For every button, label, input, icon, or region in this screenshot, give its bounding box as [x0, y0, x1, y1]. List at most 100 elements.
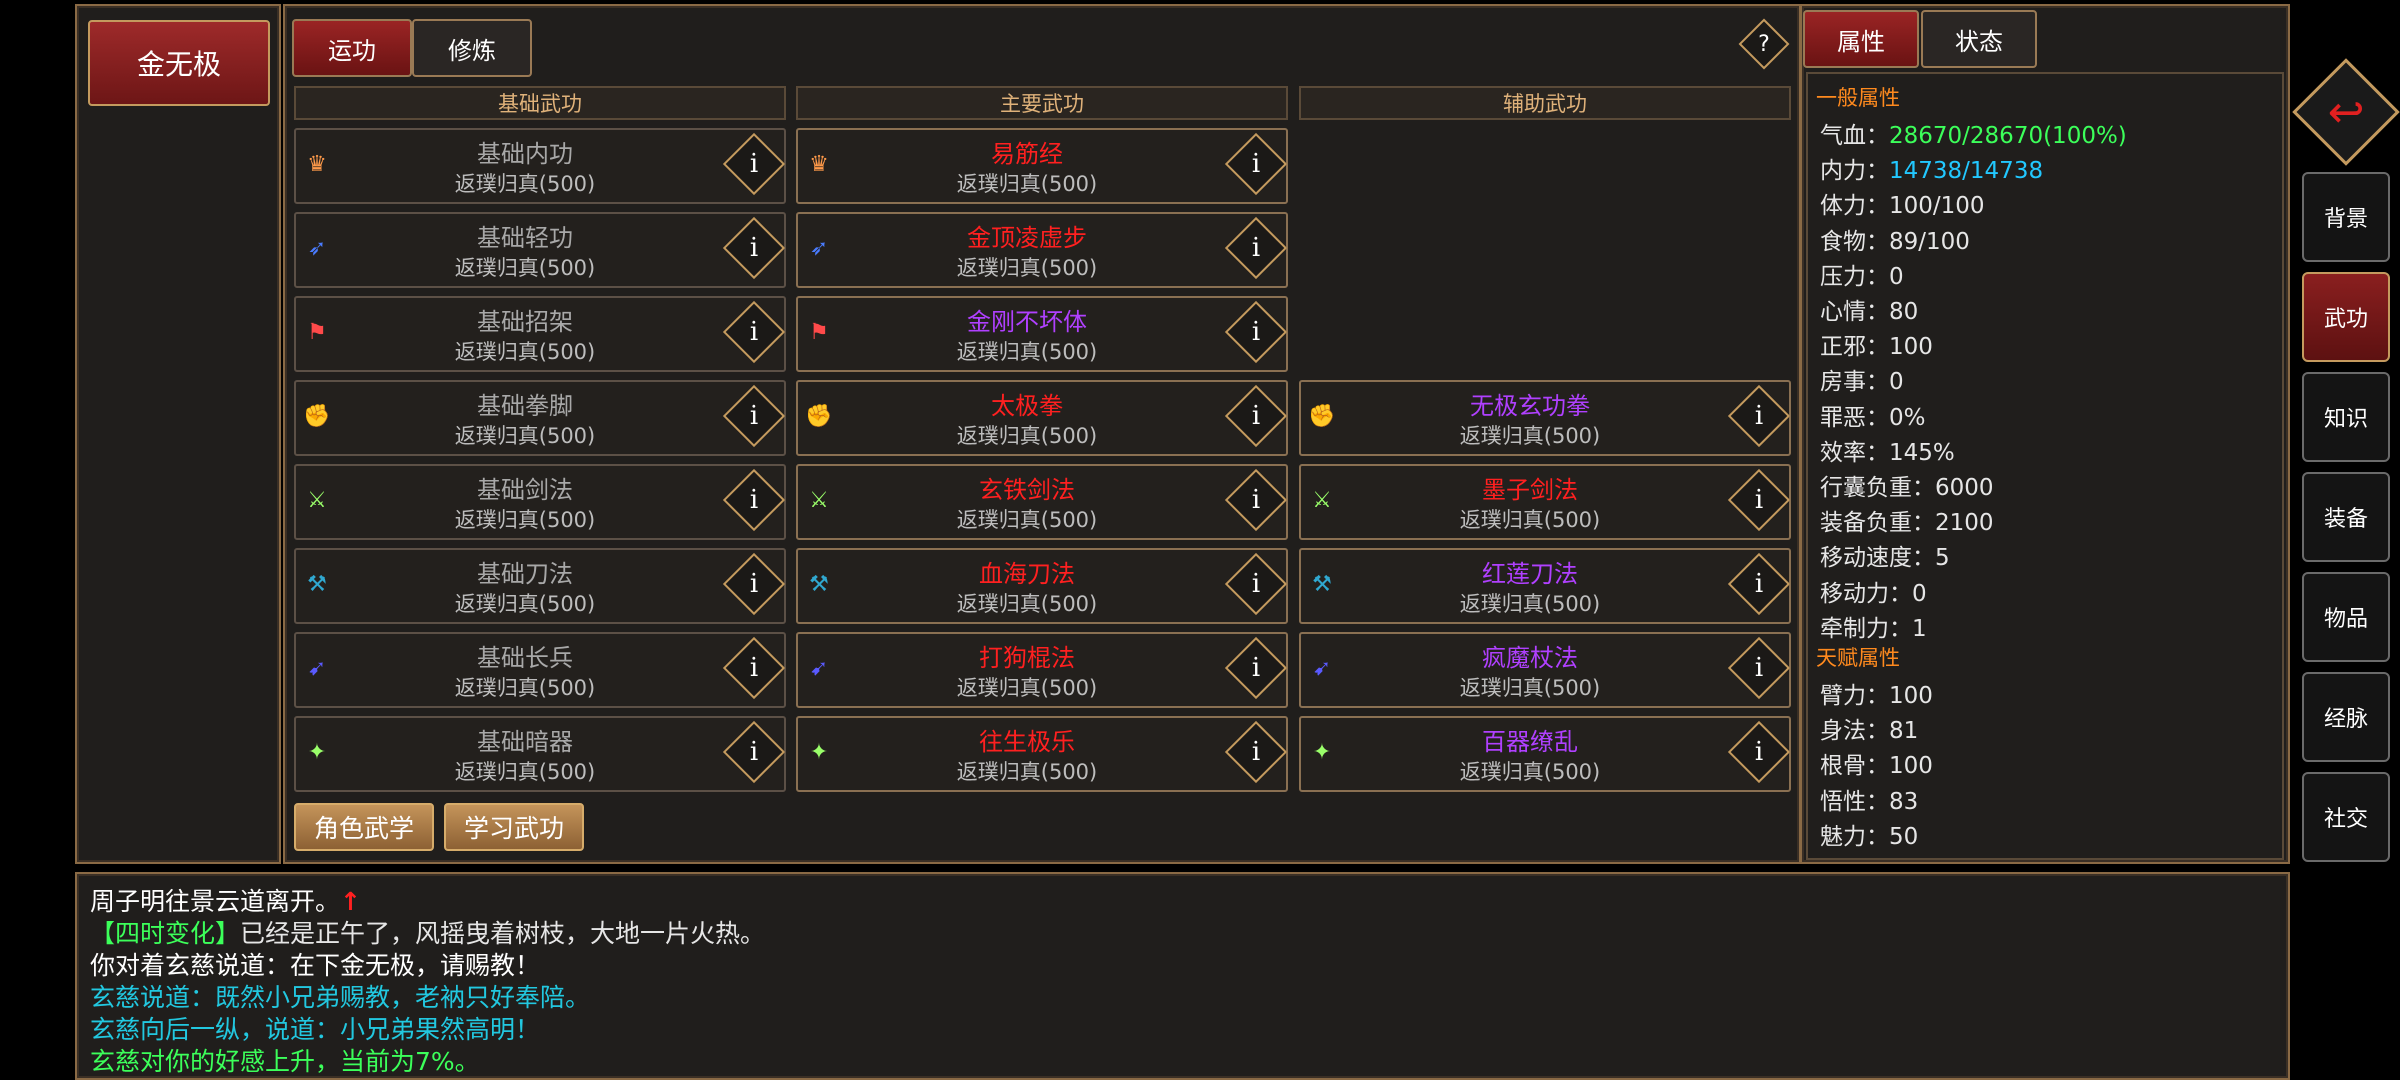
tab-attributes[interactable]: 属性: [1803, 10, 1919, 68]
tab-status[interactable]: 状态: [1921, 10, 2037, 68]
attribute-row: 身法：81: [1820, 711, 1918, 745]
main-skill-card[interactable]: ✦ 往生极乐 返璞归真(500) i: [796, 716, 1288, 792]
basic-skill-card[interactable]: ✦ 基础暗器 返璞归真(500) i: [294, 716, 786, 792]
info-icon[interactable]: i: [1224, 636, 1288, 700]
info-icon[interactable]: i: [722, 300, 786, 364]
basic-skill-card[interactable]: ➹ 基础长兵 返璞归真(500) i: [294, 632, 786, 708]
skill-level: 返璞归真(500): [454, 760, 596, 784]
attribute-label: 牵制力：: [1820, 615, 1912, 642]
info-icon[interactable]: i: [1224, 216, 1288, 280]
aux-skill-card[interactable]: ✦ 百器缭乱 返璞归真(500) i: [1299, 716, 1791, 792]
info-glyph: i: [749, 569, 759, 599]
skill-level: 返璞归真(500): [1459, 424, 1601, 448]
skill-name: 百器缭乱: [1482, 728, 1578, 756]
aux-skill-card[interactable]: ➹ 疯魔杖法 返璞归真(500) i: [1299, 632, 1791, 708]
attribute-row: 食物：89/100: [1820, 222, 1970, 256]
skill-icon: ✦: [1312, 740, 1332, 765]
attribute-value: 50: [1889, 823, 1919, 850]
main-skill-card[interactable]: ⚔ 玄铁剑法 返璞归真(500) i: [796, 464, 1288, 540]
side-menu-item[interactable]: 物品: [2302, 572, 2390, 662]
role-skills-button[interactable]: 角色武学: [294, 803, 434, 851]
skill-icon: ⚔: [307, 488, 327, 513]
basic-skill-card[interactable]: ⚒ 基础刀法 返璞归真(500) i: [294, 548, 786, 624]
info-glyph: i: [1251, 317, 1261, 347]
info-icon[interactable]: i: [1727, 636, 1791, 700]
main-skill-card[interactable]: ➹ 打狗棍法 返璞归真(500) i: [796, 632, 1288, 708]
skill-name: 基础招架: [477, 308, 573, 336]
info-icon[interactable]: i: [1224, 720, 1288, 784]
skill-name: 无极玄功拳: [1470, 392, 1590, 420]
tab-yungong[interactable]: 运功: [292, 19, 412, 77]
main-skill-card[interactable]: ✊ 太极拳 返璞归真(500) i: [796, 380, 1288, 456]
side-menu-item[interactable]: 社交: [2302, 772, 2390, 862]
attribute-label: 罪恶：: [1820, 404, 1889, 431]
main-skill-card[interactable]: ⚒ 血海刀法 返璞归真(500) i: [796, 548, 1288, 624]
main-skill-card[interactable]: ♛ 易筋经 返璞归真(500) i: [796, 128, 1288, 204]
aux-skill-card[interactable]: ⚒ 红莲刀法 返璞归真(500) i: [1299, 548, 1791, 624]
info-icon[interactable]: i: [1224, 468, 1288, 532]
main-skill-card[interactable]: ➶ 金顶凌虚步 返璞归真(500) i: [796, 212, 1288, 288]
attribute-value: 100/100: [1889, 193, 1985, 220]
attribute-label: 魅力：: [1820, 823, 1889, 850]
side-menu-item[interactable]: 知识: [2302, 372, 2390, 462]
skill-name: 打狗棍法: [979, 644, 1075, 672]
info-icon[interactable]: i: [1727, 552, 1791, 616]
side-menu-item[interactable]: 经脉: [2302, 672, 2390, 762]
skill-level: 返璞归真(500): [454, 592, 596, 616]
log-text: 已经是正午了，风摇曳着树枝，大地一片火热。: [240, 919, 766, 948]
attribute-row: 内力：14738/14738: [1820, 151, 2043, 185]
side-menu-item[interactable]: 装备: [2302, 472, 2390, 562]
basic-skill-card[interactable]: ⚔ 基础剑法 返璞归真(500) i: [294, 464, 786, 540]
info-icon[interactable]: i: [1224, 384, 1288, 448]
skill-level: 返璞归真(500): [956, 676, 1098, 700]
skill-name: 基础内功: [477, 140, 573, 168]
attribute-row: 体力：100/100: [1820, 186, 1985, 220]
side-menu-item[interactable]: 背景: [2302, 172, 2390, 262]
info-icon[interactable]: i: [722, 384, 786, 448]
info-icon[interactable]: i: [1727, 468, 1791, 532]
skill-icon: ➹: [1312, 656, 1332, 681]
character-name-button[interactable]: 金无极: [88, 20, 270, 106]
info-icon[interactable]: i: [1727, 384, 1791, 448]
basic-skill-card[interactable]: ♛ 基础内功 返璞归真(500) i: [294, 128, 786, 204]
skill-name: 玄铁剑法: [979, 476, 1075, 504]
attribute-label: 移动力：: [1820, 580, 1912, 607]
aux-skill-card[interactable]: ⚔ 墨子剑法 返璞归真(500) i: [1299, 464, 1791, 540]
skill-name: 红莲刀法: [1482, 560, 1578, 588]
column-header-basic: 基础武功: [294, 86, 786, 120]
attribute-row: 行囊负重：6000: [1820, 468, 1994, 502]
info-icon[interactable]: i: [1224, 300, 1288, 364]
info-icon[interactable]: i: [1224, 552, 1288, 616]
info-icon[interactable]: i: [722, 720, 786, 784]
skill-level: 返璞归真(500): [454, 676, 596, 700]
basic-skill-card[interactable]: ➶ 基础轻功 返璞归真(500) i: [294, 212, 786, 288]
info-glyph: i: [749, 653, 759, 683]
side-menu-item[interactable]: 武功: [2302, 272, 2390, 362]
info-icon[interactable]: i: [722, 216, 786, 280]
attributes-scroll[interactable]: 一般属性 气血：28670/28670(100%) 内力：14738/14738 体力…: [1806, 72, 2284, 860]
attribute-row: 罪恶：0%: [1820, 398, 1926, 432]
skill-name: 墨子剑法: [1482, 476, 1578, 504]
attribute-value: 0%: [1889, 404, 1926, 431]
skill-level: 返璞归真(500): [454, 340, 596, 364]
learn-skills-button[interactable]: 学习武功: [444, 803, 584, 851]
column-header-aux: 辅助武功: [1299, 86, 1791, 120]
info-icon[interactable]: i: [722, 636, 786, 700]
talent-attributes-header: 天赋属性: [1816, 646, 1900, 670]
basic-skill-card[interactable]: ⚑ 基础招架 返璞归真(500) i: [294, 296, 786, 372]
back-button[interactable]: ↩: [2292, 58, 2400, 166]
info-icon[interactable]: i: [722, 468, 786, 532]
aux-skill-card[interactable]: ✊ 无极玄功拳 返璞归真(500) i: [1299, 380, 1791, 456]
info-icon[interactable]: i: [722, 132, 786, 196]
tab-xiulian[interactable]: 修炼: [412, 19, 532, 77]
info-icon[interactable]: i: [1224, 132, 1288, 196]
log-line: 玄慈向后一纵，说道：小兄弟果然高明！: [90, 1010, 540, 1046]
attribute-value: 28670/28670(100%): [1889, 123, 2127, 149]
info-icon[interactable]: i: [1727, 720, 1791, 784]
attribute-value: 89/100: [1889, 228, 1970, 255]
info-icon[interactable]: i: [722, 552, 786, 616]
info-glyph: i: [749, 317, 759, 347]
main-skill-card[interactable]: ⚑ 金刚不坏体 返璞归真(500) i: [796, 296, 1288, 372]
basic-skill-card[interactable]: ✊ 基础拳脚 返璞归真(500) i: [294, 380, 786, 456]
skill-level: 返璞归真(500): [956, 592, 1098, 616]
